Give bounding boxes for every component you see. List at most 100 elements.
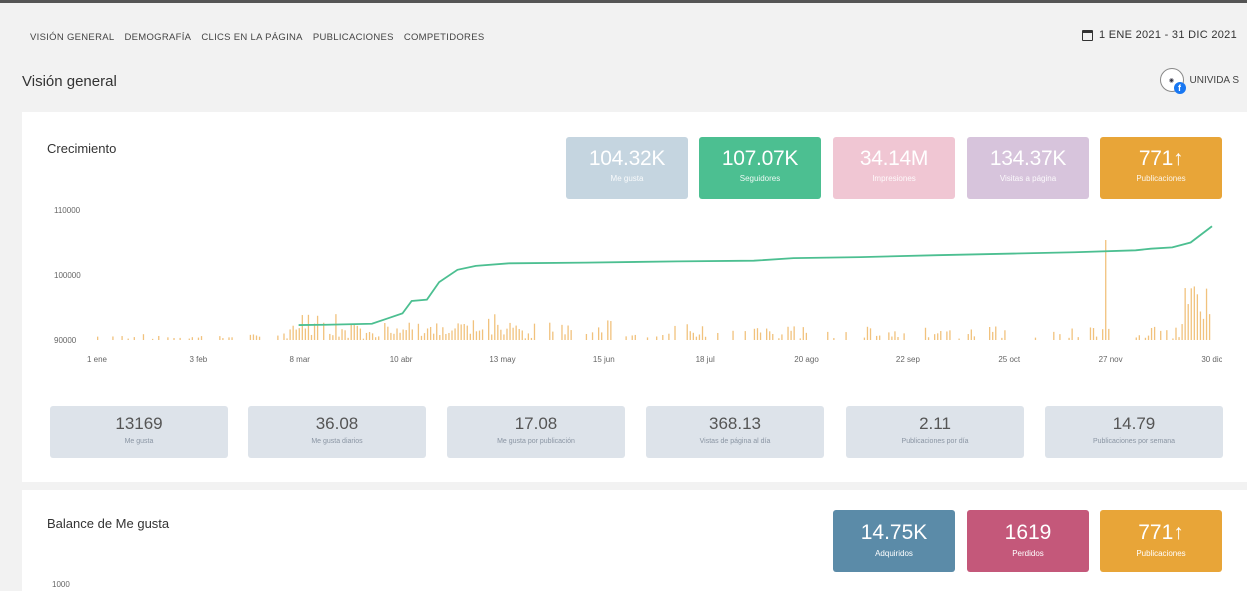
y-tick-label: 110000 — [54, 206, 81, 215]
chart-bar — [1147, 335, 1150, 340]
chart-bar — [717, 332, 719, 340]
chart-bar — [298, 328, 300, 340]
stat-posts-per-week: 14.79 Publicaciones por semana — [1045, 406, 1223, 458]
chart-bar — [894, 331, 896, 340]
chart-bar — [344, 330, 346, 340]
chart-bar — [158, 335, 160, 340]
chart-bar — [448, 332, 450, 340]
chart-bar — [426, 328, 429, 340]
chart-bar — [674, 325, 676, 340]
chart-bar — [1196, 294, 1199, 340]
chart-bar — [689, 331, 691, 340]
date-range-label: 1 ENE 2021 - 31 DIC 2021 — [1098, 29, 1237, 41]
x-tick-label: 10 abr — [390, 355, 413, 364]
chart-bar — [442, 327, 444, 340]
x-axis: 1 ene 3 feb 8 mar 10 abr 13 may 15 jun 18 jul 2… — [87, 355, 1222, 364]
chart-bar — [946, 331, 948, 340]
chart-bar — [249, 334, 252, 340]
chart-bar — [219, 336, 221, 340]
page-title: Visión general — [22, 73, 117, 90]
nav-competidores[interactable]: COMPETIDORES — [404, 32, 485, 43]
chart-bar — [481, 329, 484, 340]
chart-bar — [732, 330, 734, 340]
chart-bar — [549, 322, 551, 340]
chart-bar — [1135, 337, 1137, 340]
chart-bar — [530, 337, 533, 340]
nav-publicaciones[interactable]: PUBLICACIONES — [313, 32, 394, 43]
kpi-label: Perdidos — [1012, 549, 1044, 558]
chart-bar — [231, 337, 233, 340]
kpi-impressions[interactable]: 34.14M Impresiones — [833, 137, 955, 199]
kpi-value: 104.32K — [588, 147, 666, 170]
chart-bar — [350, 323, 352, 340]
chart-bar — [1095, 336, 1098, 340]
chart-bar — [949, 330, 951, 340]
chart-bar — [924, 327, 927, 340]
chart-bar — [1184, 288, 1186, 340]
kpi-label: Impresiones — [872, 174, 916, 183]
chart-bar — [1150, 328, 1153, 340]
chart-bar — [133, 337, 135, 340]
chart-bar — [491, 334, 493, 340]
chart-bar — [151, 338, 154, 340]
account-selector[interactable]: ◉ f UNIVIDA S — [1159, 68, 1239, 94]
chart-bar — [408, 322, 410, 340]
y-tick-label: 90000 — [54, 336, 77, 345]
chart-bar — [445, 333, 447, 340]
kpi-value: 134.37K — [989, 147, 1067, 170]
chart-bar — [973, 336, 976, 340]
chart-bar — [992, 331, 994, 340]
chart-bar — [384, 322, 386, 340]
chart-bar — [188, 338, 190, 340]
x-tick-label: 3 feb — [189, 355, 207, 364]
x-tick-label: 20 ago — [794, 355, 819, 364]
growth-chart: 90000100000110000 1 ene 3 feb 8 mar 10 abr 1… — [54, 206, 1222, 364]
chart-bar — [127, 338, 129, 340]
nav-demografia[interactable]: DEMOGRAFÍA — [124, 32, 191, 43]
nav-clics-en-la-pagina[interactable]: CLICS EN LA PÁGINA — [201, 32, 303, 43]
chart-bar — [295, 329, 297, 340]
bars-layer — [97, 240, 1211, 340]
chart-bar — [1187, 304, 1189, 340]
nav-vision-general[interactable]: VISIÓN GENERAL — [30, 32, 114, 43]
chart-bar — [570, 330, 572, 340]
chart-bar — [656, 336, 658, 340]
chart-bar — [396, 328, 398, 340]
kpi-followers[interactable]: 107.07K Seguidores — [699, 137, 821, 199]
chart-bar — [460, 324, 462, 340]
chart-bar — [371, 333, 374, 340]
chart-bar — [585, 333, 588, 340]
chart-bar — [433, 333, 435, 340]
chart-bar — [989, 327, 991, 340]
chart-bar — [759, 332, 762, 340]
chart-bar — [258, 336, 261, 340]
chart-bar — [316, 315, 319, 340]
kpi-likes[interactable]: 104.32K Me gusta — [566, 137, 688, 199]
chart-bar — [436, 323, 438, 340]
chart-bar — [341, 329, 343, 340]
kpi-page-visits[interactable]: 134.37K Visitas a página — [967, 137, 1089, 199]
stat-posts-per-day: 2.11 Publicaciones por día — [846, 406, 1024, 458]
kpi-posts-balance[interactable]: 771↑ Publicaciones — [1100, 510, 1222, 572]
chart-bar — [472, 320, 475, 340]
chart-bar — [695, 336, 698, 340]
date-range-picker[interactable]: 1 ENE 2021 - 31 DIC 2021 — [1081, 29, 1237, 41]
chart-bar — [518, 328, 520, 340]
chart-bar — [365, 332, 368, 340]
chart-bar — [1193, 286, 1195, 340]
chart-bar — [1105, 240, 1107, 340]
chart-bar — [374, 337, 377, 340]
kpi-acquired[interactable]: 14.75K Adquiridos — [833, 510, 955, 572]
chart-bar — [1138, 335, 1140, 340]
chart-bar — [1059, 334, 1061, 340]
chart-bar — [335, 314, 337, 340]
kpi-posts[interactable]: 771↑ Publicaciones — [1100, 137, 1222, 199]
kpi-lost[interactable]: 1619 Perdidos — [967, 510, 1089, 572]
chart-bar — [457, 323, 459, 340]
stat-page-views-per-day: 368.13 Vistas de página al día — [646, 406, 824, 458]
kpi-label: Publicaciones — [1136, 549, 1186, 558]
chart-bar — [488, 318, 490, 340]
chart-bar — [903, 333, 905, 340]
chart-bar — [1053, 331, 1055, 340]
kpi-label: Seguidores — [739, 174, 781, 183]
